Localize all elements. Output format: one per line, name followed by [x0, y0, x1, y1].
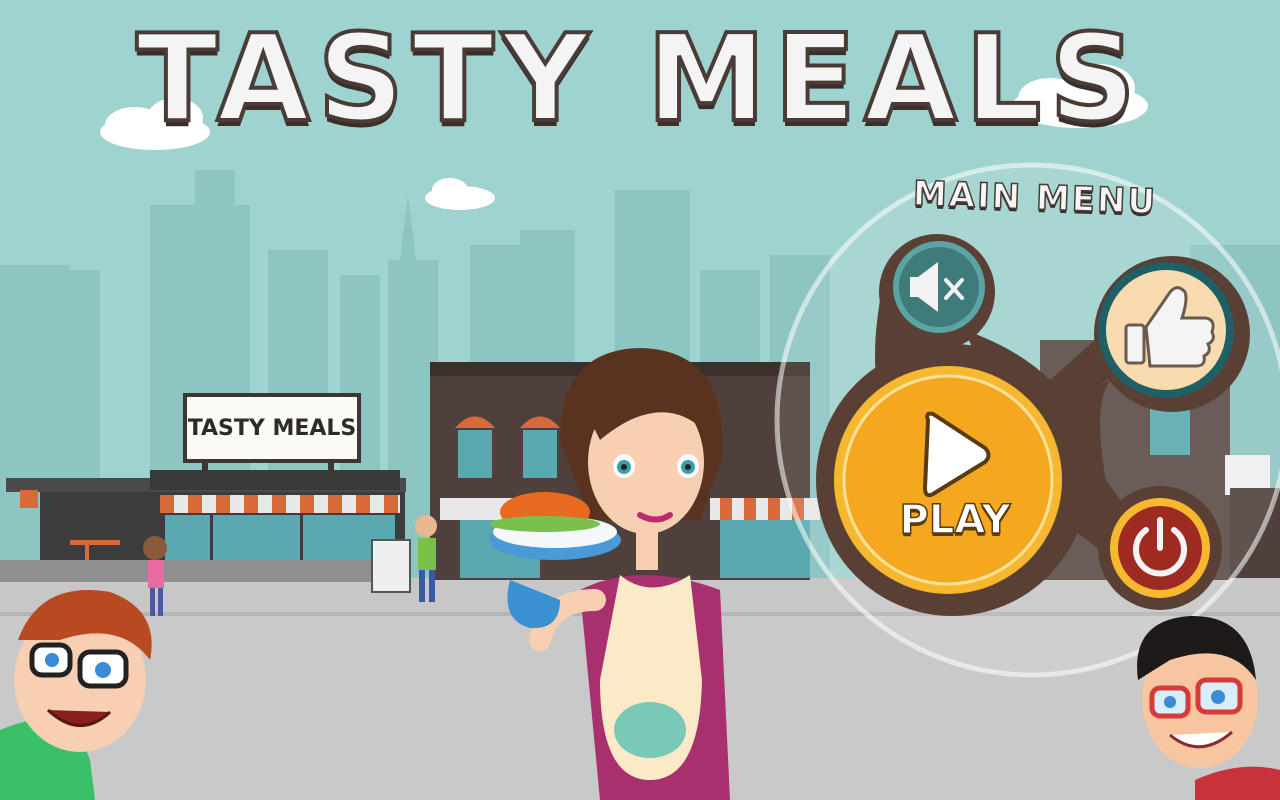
play-button[interactable] [834, 366, 1062, 594]
mute-button[interactable] [893, 241, 985, 333]
play-label[interactable]: PLAY [870, 496, 1040, 544]
game-title: TASTY MEALS [134, 8, 1144, 151]
power-button[interactable] [1110, 498, 1210, 598]
like-button[interactable] [1098, 262, 1234, 398]
shop-sign: TASTY MEALS [183, 393, 361, 463]
